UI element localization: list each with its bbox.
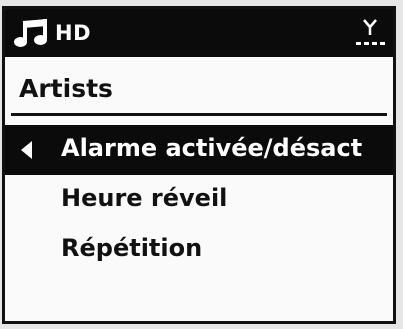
source-label: HD (55, 21, 92, 45)
header-title: Artists (19, 74, 113, 103)
left-arrow-icon (21, 141, 32, 159)
menu-item-alarm-toggle[interactable]: Alarme activée/désact (5, 125, 393, 175)
lcd-screen: HD Artists Alarme activée/désact Heure r… (2, 6, 396, 324)
menu-item-label: Alarme activée/désact (61, 134, 363, 162)
music-note-icon (14, 19, 47, 47)
menu-item-label: Répétition (61, 234, 203, 262)
menu-item-repeat[interactable]: Répétition (5, 225, 393, 275)
header-bar: Artists (11, 67, 387, 116)
menu-item-label: Heure réveil (61, 184, 228, 212)
antenna-signal-icon (356, 19, 385, 45)
menu-item-wake-time[interactable]: Heure réveil (5, 175, 393, 225)
menu-list: Alarme activée/désact Heure réveil Répét… (5, 125, 393, 275)
device-bezel: HD Artists Alarme activée/désact Heure r… (0, 0, 403, 329)
status-bar: HD (5, 9, 393, 57)
